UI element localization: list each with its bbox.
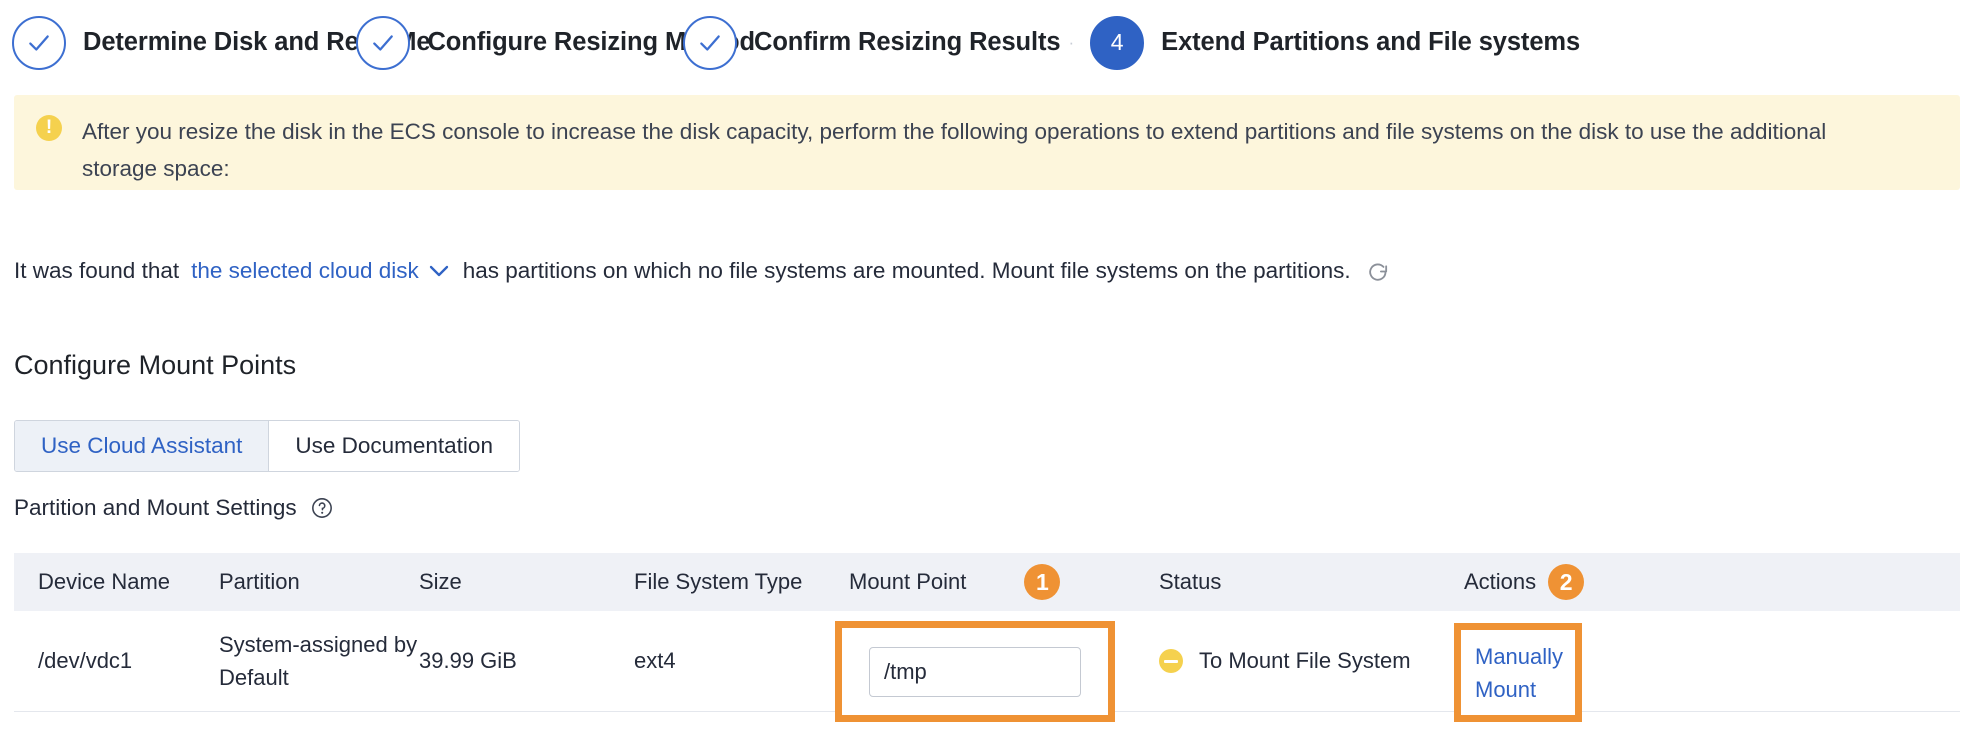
step-3-label: Confirm Resizing Results — [754, 28, 1061, 56]
partition-settings-label-group: Partition and Mount Settings — [14, 495, 333, 521]
partition-settings-label: Partition and Mount Settings — [14, 495, 297, 520]
cell-file-system-type: ext4 — [634, 648, 676, 673]
refresh-icon[interactable] — [1367, 260, 1390, 283]
step-2-circle — [356, 15, 411, 70]
step-3-circle — [683, 15, 738, 70]
step-4[interactable]: 4 Extend Partitions and File systems — [1076, 15, 1581, 70]
step-1-circle — [12, 15, 66, 70]
step-4-circle: 4 — [1090, 15, 1145, 70]
column-header-size: Size — [419, 569, 462, 594]
tab-use-documentation[interactable]: Use Documentation — [269, 421, 519, 471]
cell-partition: System-assigned by Default — [219, 632, 418, 690]
step-3[interactable]: Confirm Resizing Results — [669, 15, 1061, 70]
tab-use-cloud-assistant[interactable]: Use Cloud Assistant — [15, 421, 270, 471]
annotation-badge-2: 2 — [1548, 564, 1585, 600]
manually-mount-link[interactable]: Manually Mount — [1475, 640, 1563, 706]
page-section-title: Configure Mount Points — [14, 350, 297, 380]
cell-device-name: /dev/vdc1 — [38, 648, 133, 673]
cell-status: To Mount File System — [1159, 648, 1464, 674]
warning-banner-text: After you resize the disk in the ECS con… — [82, 119, 1827, 181]
step-separator: · — [1068, 32, 1075, 52]
check-icon — [373, 34, 394, 51]
check-icon — [700, 34, 720, 51]
step-4-label: Extend Partitions and File systems — [1161, 28, 1581, 56]
column-header-actions-label: Actions — [1464, 569, 1537, 594]
column-header-partition: Partition — [219, 569, 300, 594]
column-header-mount-point-label: Mount Point — [849, 569, 967, 594]
chevron-down-icon[interactable] — [429, 265, 449, 277]
cell-size: 39.99 GiB — [419, 648, 517, 673]
column-header-mount-point: Mount Point 1 — [849, 564, 1159, 600]
actions-highlight-box: Manually Mount — [1454, 623, 1582, 722]
warning-icon: ! — [36, 115, 62, 141]
selected-disk-link[interactable]: the selected cloud disk — [191, 258, 419, 284]
partition-mount-table: Device Name Partition Size File System T… — [14, 553, 1960, 722]
detection-prefix: It was found that — [14, 258, 180, 283]
help-circle-icon[interactable] — [311, 497, 333, 519]
disk-detection-message: It was found that the selected cloud dis… — [14, 258, 1390, 284]
column-header-actions: Actions 2 — [1464, 564, 1664, 600]
status-text: To Mount File System — [1199, 648, 1411, 673]
warning-banner: ! After you resize the disk in the ECS c… — [14, 95, 1960, 190]
progress-stepper: Determine Disk and Read Me Configure Res… — [0, 0, 1974, 85]
step-4-number: 4 — [1110, 29, 1124, 55]
column-header-file-system-type: File System Type — [634, 569, 803, 594]
annotation-badge-1: 1 — [1024, 564, 1061, 600]
column-header-device-name: Device Name — [38, 569, 171, 594]
table-row: /dev/vdc1 System-assigned by Default 39.… — [14, 611, 1960, 722]
detection-suffix: has partitions on which no file systems … — [462, 258, 1351, 283]
table-header-row: Device Name Partition Size File System T… — [14, 553, 1960, 611]
mount-point-input[interactable] — [869, 646, 1081, 697]
mount-point-highlight-box — [835, 621, 1115, 722]
minus-circle-icon — [1159, 649, 1183, 673]
mount-method-tabs: Use Cloud Assistant Use Documentation — [14, 420, 520, 472]
column-header-status: Status — [1159, 569, 1222, 594]
check-icon — [29, 34, 49, 51]
